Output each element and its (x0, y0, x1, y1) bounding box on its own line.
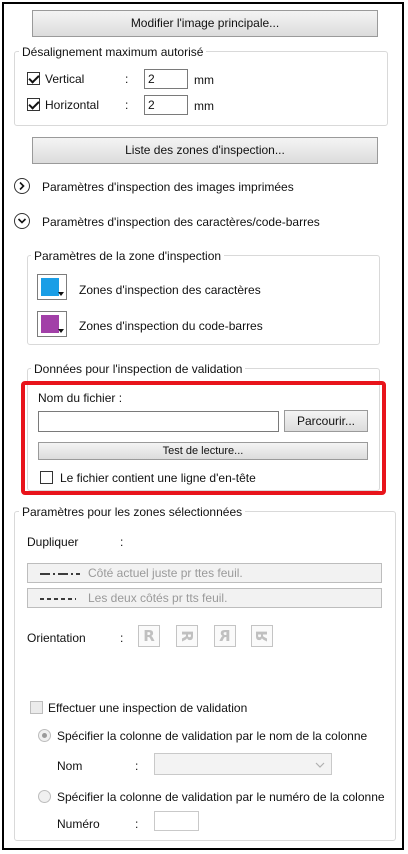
barcode-zone-color-swatch (41, 315, 59, 333)
modify-main-image-button[interactable]: Modifier l'image principale... (32, 10, 378, 37)
dash-dot-line-icon (40, 573, 80, 575)
misalignment-group (14, 51, 388, 126)
validation-data-title: Données pour l'inspection de validation (31, 362, 246, 376)
column-name-dropdown[interactable] (154, 753, 332, 775)
char-zone-color-swatch (41, 278, 59, 296)
orientation-colon: : (120, 631, 124, 645)
browse-button[interactable]: Parcourir... (284, 410, 368, 432)
validation-inspection-checkbox[interactable] (30, 701, 43, 714)
horizontal-unit: mm (194, 99, 214, 113)
orientation-label: Orientation (27, 631, 86, 645)
filename-label: Nom du fichier : (38, 391, 123, 405)
vertical-unit: mm (194, 73, 214, 87)
vertical-checkbox[interactable] (27, 72, 40, 85)
vertical-input[interactable]: 2 (144, 69, 188, 89)
collapse-char-barcode-icon[interactable] (14, 213, 30, 229)
orientation-r-rotated-270-icon: R (253, 630, 271, 642)
chevron-down-icon (58, 329, 64, 333)
header-line-checkbox[interactable] (40, 471, 53, 484)
char-zone-color-picker[interactable] (37, 274, 67, 300)
inspection-zones-list-button[interactable]: Liste des zones d'inspection... (32, 137, 378, 164)
char-zones-label: Zones d'inspection des caractères (79, 283, 261, 297)
orientation-r-rotated-90-icon: R (178, 630, 196, 642)
dashed-line-icon (40, 598, 76, 600)
duplicate-current-side-label: Côté actuel juste pr ttes feuil. (88, 566, 243, 580)
char-barcode-section-label[interactable]: Paramètres d'inspection des caractères/c… (42, 215, 320, 229)
by-column-name-label: Spécifier la colonne de validation par l… (57, 729, 368, 743)
duplicate-both-sides-button[interactable]: Les deux côtés pr tts feuil. (27, 588, 382, 608)
chevron-down-icon (58, 292, 64, 296)
orientation-mirror-button[interactable]: R (214, 625, 236, 647)
column-number-input[interactable] (154, 811, 199, 831)
orientation-r-mirrored-icon: R (219, 627, 231, 645)
zone-params-title: Paramètres de la zone d'inspection (31, 249, 225, 263)
settings-panel: Modifier l'image principale... Désaligne… (2, 2, 404, 850)
orientation-270-button[interactable]: R (251, 625, 273, 647)
by-column-number-label: Spécifier la colonne de validation par l… (57, 790, 385, 804)
column-name-colon: : (135, 759, 139, 773)
horizontal-checkbox[interactable] (27, 98, 40, 111)
selected-zones-title: Paramètres pour les zones sélectionnées (19, 505, 246, 519)
by-column-number-radio[interactable] (38, 790, 51, 803)
orientation-0-button[interactable]: R (138, 625, 160, 647)
filename-input[interactable] (38, 411, 279, 432)
expand-printed-images-icon[interactable] (14, 178, 30, 194)
printed-images-section-label[interactable]: Paramètres d'inspection des images impri… (42, 180, 294, 194)
horizontal-colon: : (125, 98, 129, 112)
horizontal-label: Horizontal (45, 98, 100, 112)
vertical-label: Vertical (45, 72, 85, 86)
header-line-label: Le fichier contient une ligne d'en-tête (60, 471, 256, 485)
barcode-zone-color-picker[interactable] (37, 311, 67, 337)
chevron-down-icon (315, 762, 325, 768)
column-number-colon: : (135, 817, 139, 831)
validation-inspection-label: Effectuer une inspection de validation (48, 701, 248, 715)
vertical-colon: : (125, 72, 129, 86)
column-name-label: Nom (57, 759, 83, 773)
barcode-zones-label: Zones d'inspection du code-barres (79, 319, 263, 333)
duplicate-label: Dupliquer (27, 535, 79, 549)
duplicate-colon: : (120, 535, 124, 549)
misalignment-title: Désalignement maximum autorisé (19, 45, 207, 59)
duplicate-current-side-button[interactable]: Côté actuel juste pr ttes feuil. (27, 563, 382, 583)
horizontal-input[interactable]: 2 (144, 95, 188, 115)
duplicate-both-sides-label: Les deux côtés pr tts feuil. (88, 591, 228, 605)
column-number-label: Numéro (57, 817, 100, 831)
by-column-name-radio[interactable] (38, 729, 51, 742)
orientation-90-button[interactable]: R (176, 625, 198, 647)
read-test-button[interactable]: Test de lecture... (38, 442, 368, 460)
orientation-r-icon: R (143, 627, 155, 645)
